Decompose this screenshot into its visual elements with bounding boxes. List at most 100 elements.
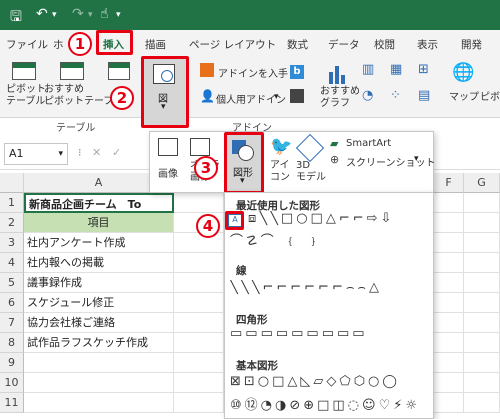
cell-g[interactable] [464, 313, 500, 333]
cell-b[interactable] [174, 293, 224, 313]
recommended-charts-label[interactable]: おすすめ グラフ [320, 86, 360, 110]
enter-icon[interactable]: ✓ [112, 146, 121, 159]
chevron-down-icon[interactable]: ▾ [58, 144, 63, 164]
row-header[interactable]: 11 [0, 393, 24, 413]
cell-g[interactable] [464, 273, 500, 293]
recent-shapes-row-2[interactable]: ⌒☡⌒ ﹛ ﹜ [230, 230, 430, 249]
recommended-pivot-icon[interactable] [60, 62, 84, 80]
row-header[interactable]: 7 [0, 313, 24, 333]
cell-a[interactable]: スケジュール修正 [24, 293, 174, 313]
tab-file[interactable]: ファイル [6, 37, 48, 52]
cell-g[interactable] [464, 393, 500, 413]
cell-b[interactable] [174, 193, 224, 213]
cell-f[interactable] [434, 313, 464, 333]
cell-g[interactable] [464, 213, 500, 233]
row-header[interactable]: 2 [0, 213, 24, 233]
cell-g[interactable] [464, 193, 500, 213]
combo-chart-icon[interactable]: ▤ [418, 88, 430, 103]
cell-b[interactable] [174, 233, 224, 253]
tab-developer[interactable]: 開発 [461, 37, 482, 52]
cell-a[interactable]: 試作品ラフスケッチ作成 [24, 333, 174, 353]
icons-bird-icon[interactable]: 🐦 [270, 136, 292, 157]
cell-b[interactable] [174, 373, 224, 393]
cell-f[interactable] [434, 333, 464, 353]
touch-mode-icon[interactable]: ☝ [100, 6, 109, 22]
cell-g[interactable] [464, 373, 500, 393]
redo-dropdown-icon[interactable]: ▾ [88, 10, 93, 20]
bing-icon[interactable]: b [290, 65, 304, 79]
undo-dropdown-icon[interactable]: ▾ [52, 10, 57, 20]
pivot-table-label[interactable]: ピボット テーブル [6, 84, 46, 108]
chevron-down-icon[interactable]: ▾ [414, 154, 419, 164]
globe-icon[interactable]: 🌐 [452, 62, 474, 83]
cell-b[interactable] [174, 393, 224, 413]
table-icon[interactable] [108, 62, 130, 80]
tab-draw[interactable]: 描画 [145, 37, 166, 52]
screenshot-label[interactable]: スクリーンショット [346, 154, 436, 169]
icons-label[interactable]: アイ コン [270, 160, 290, 184]
cell-a[interactable] [24, 353, 174, 373]
row-header[interactable]: 9 [0, 353, 24, 373]
cell-g[interactable] [464, 233, 500, 253]
get-addins-label[interactable]: アドインを入手 [218, 65, 288, 80]
column-chart-icon[interactable]: ▥ [362, 62, 374, 77]
maps-label[interactable]: マップ [449, 88, 479, 103]
cell-b[interactable] [174, 253, 224, 273]
tab-data[interactable]: データ [328, 37, 360, 52]
row-header[interactable]: 5 [0, 273, 24, 293]
recent-shapes-row-1[interactable]: ⧈╲╲□○□△⌐⌐⇨⇩ [248, 211, 434, 226]
cell-b[interactable] [174, 353, 224, 373]
smartart-icon[interactable]: ▰ [330, 137, 338, 150]
tab-home[interactable]: ホ [53, 37, 64, 52]
cell-g[interactable] [464, 253, 500, 273]
screenshot-icon[interactable]: ⊕ [330, 153, 339, 166]
cell-a[interactable]: 項目 [24, 213, 174, 233]
save-icon[interactable]: 🖫 [10, 6, 22, 30]
cell-f[interactable] [434, 273, 464, 293]
tab-page-layout[interactable]: ページ レイアウト [189, 37, 276, 52]
recommended-charts-icon[interactable] [327, 62, 349, 84]
cell-a[interactable]: 協力会社様ご連絡 [24, 313, 174, 333]
row-header[interactable]: 10 [0, 373, 24, 393]
pie-chart-icon[interactable]: ◔ [362, 88, 373, 103]
row-header[interactable]: 1 [0, 193, 24, 213]
select-all-corner[interactable] [0, 173, 24, 193]
online-picture-icon[interactable] [190, 138, 210, 156]
pivot-table-icon[interactable] [12, 62, 36, 80]
name-box[interactable]: A1 ▾ [4, 143, 68, 165]
people-graph-icon[interactable] [290, 89, 304, 103]
column-header-g[interactable]: G [464, 173, 500, 193]
column-header-f[interactable]: F [434, 173, 464, 193]
cell-a[interactable] [24, 373, 174, 393]
cell-a[interactable]: 新商品企画チーム To [24, 193, 174, 213]
cell-b[interactable] [174, 333, 224, 353]
3d-models-label[interactable]: 3D モデル [296, 160, 326, 184]
cell-f[interactable] [434, 253, 464, 273]
basic-shapes-row-2[interactable]: ⑩⑫◔◑⊘⊕□◫◌☺♡⚡☼ [230, 394, 430, 413]
chevron-down-icon[interactable]: ▾ [274, 92, 279, 102]
cancel-icon[interactable]: ✕ [92, 146, 101, 159]
basic-shapes-row-1[interactable]: ⊠⊡○□△◺▱◇⬠⬡○◯ [230, 374, 430, 389]
cell-f[interactable] [434, 293, 464, 313]
picture-icon[interactable] [158, 138, 178, 156]
hierarchy-chart-icon[interactable]: ▦ [390, 62, 402, 77]
redo-icon[interactable]: ↷ [72, 6, 84, 22]
line-chart-icon[interactable]: ⊞ [418, 62, 429, 77]
picture-label[interactable]: 画像 [158, 165, 178, 180]
scatter-chart-icon[interactable]: ⁘ [390, 88, 401, 103]
undo-icon[interactable]: ↶ [36, 6, 48, 22]
cell-a[interactable]: 社内アンケート作成 [24, 233, 174, 253]
pivot-chart-label[interactable]: ピボット [480, 88, 500, 103]
cell-f[interactable] [434, 393, 464, 413]
cell-f[interactable] [434, 353, 464, 373]
cell-b[interactable] [174, 273, 224, 293]
smartart-label[interactable]: SmartArt [346, 138, 391, 149]
qat-customize-icon[interactable]: ▾ [116, 10, 121, 20]
cell-a[interactable]: 社内報への掲載 [24, 253, 174, 273]
rectangles-row[interactable]: ▭▭▭▭▭▭▭▭▭ [230, 326, 430, 341]
tab-formulas[interactable]: 数式 [287, 37, 308, 52]
tab-review[interactable]: 校閲 [374, 37, 395, 52]
cell-f[interactable] [434, 373, 464, 393]
cell-g[interactable] [464, 333, 500, 353]
cell-g[interactable] [464, 353, 500, 373]
